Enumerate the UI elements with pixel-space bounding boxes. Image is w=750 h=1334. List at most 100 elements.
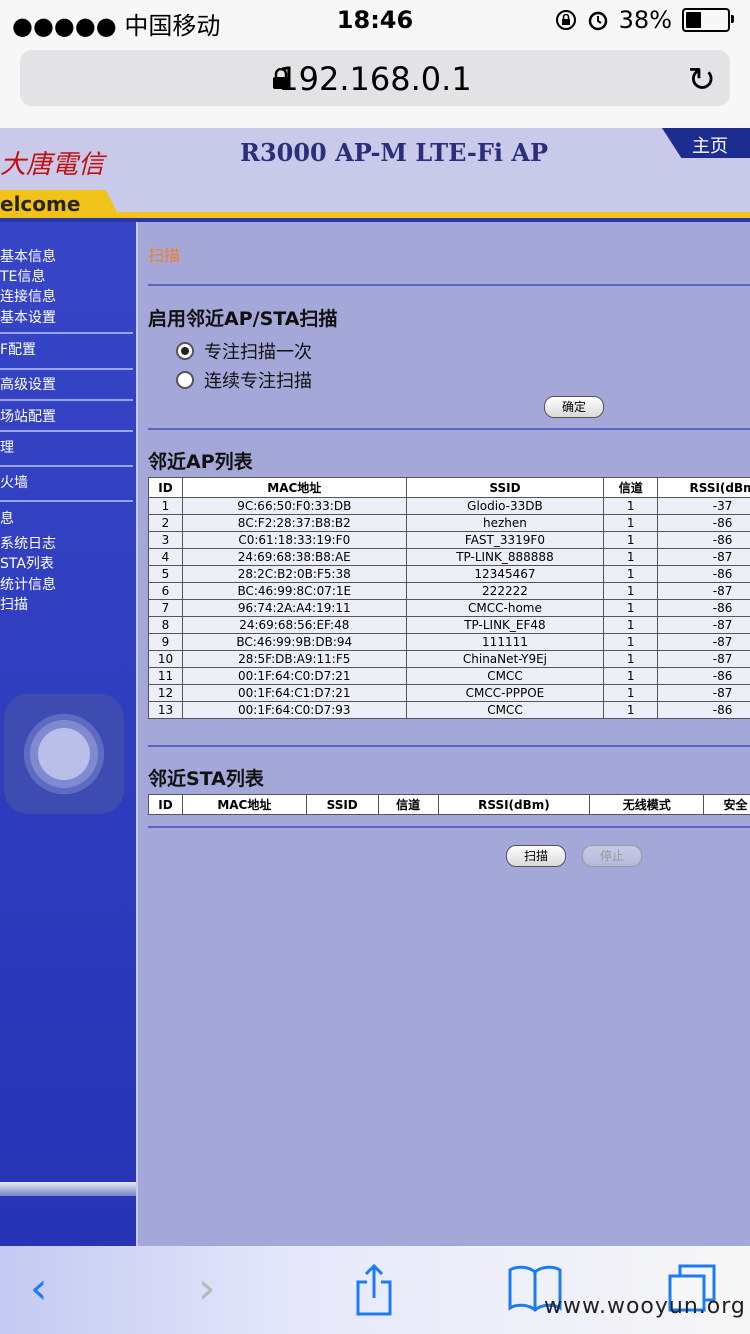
sidebar-item-wifi-config[interactable]: F配置 <box>0 339 136 359</box>
cell-rssi: -86 <box>657 514 750 532</box>
cell-channel: 1 <box>603 684 659 702</box>
sidebar-item-advanced[interactable]: 高级设置 <box>0 374 136 394</box>
cell-mac: BC:46:99:9B:DB:94 <box>181 633 407 651</box>
sidebar-item-management[interactable]: 理 <box>0 437 136 457</box>
section-divider <box>148 284 750 286</box>
sidebar-separator <box>0 465 133 467</box>
cell-ssid: ChinaNet-Y9Ej <box>405 650 605 668</box>
forward-icon[interactable]: › <box>198 1264 216 1314</box>
cell-ssid: CMCC <box>405 667 605 685</box>
home-link[interactable]: 主页 <box>662 128 750 158</box>
cell-rssi: -86 <box>657 667 750 685</box>
cell-id: 2 <box>148 514 183 532</box>
table-row: 7 96:74:2A:A4:19:11 CMCC-home 1 -86 <box>148 599 750 617</box>
table-row: 3 C0:61:18:33:19:F0 FAST_3319F0 1 -86 <box>148 531 750 549</box>
table-row: 11 00:1F:64:C0:D7:21 CMCC 1 -86 <box>148 667 750 685</box>
product-title: R3000 AP-M LTE-Fi AP <box>240 138 548 167</box>
col-header-rssi: RSSI(dBm) <box>437 794 591 815</box>
cell-mac: BC:46:99:8C:07:1E <box>181 582 407 600</box>
sidebar-item-connection-info[interactable]: 连接信息 <box>0 286 136 306</box>
sidebar-item-sta-list[interactable]: STA列表 <box>0 553 136 573</box>
cell-rssi: -87 <box>657 582 750 600</box>
battery-percent: 38% <box>618 6 672 34</box>
table-row: 8 24:69:68:56:EF:48 TP-LINK_EF48 1 -87 <box>148 616 750 634</box>
col-header-ssid: SSID <box>305 794 379 815</box>
sidebar-item-site-config[interactable]: 场站配置 <box>0 406 136 426</box>
ap-table: ID MAC地址 SSID 信道 RSSI(dBm 1 9C:66:50:F0:3… <box>148 477 750 719</box>
stop-button[interactable]: 停止 <box>582 845 642 867</box>
cell-mac: 9C:66:50:F0:33:DB <box>181 497 407 515</box>
assistive-touch-button[interactable] <box>4 694 124 814</box>
sidebar-item-basic-settings[interactable]: 基本设置 <box>0 307 136 327</box>
radio-label: 连续专注扫描 <box>204 371 312 392</box>
cell-mac: 00:1F:64:C0:D7:21 <box>181 667 407 685</box>
cell-mac: 28:2C:B2:0B:F5:38 <box>181 565 407 583</box>
cell-mac: 96:74:2A:A4:19:11 <box>181 599 407 617</box>
cell-channel: 1 <box>603 582 659 600</box>
cell-ssid: Glodio-33DB <box>405 497 605 515</box>
radio-scan-continuous[interactable]: 连续专注扫描 <box>176 367 312 393</box>
cell-channel: 1 <box>603 650 659 668</box>
col-header-channel: 信道 <box>377 794 439 815</box>
cell-mac: 8C:F2:28:37:B8:B2 <box>181 514 407 532</box>
table-row: 10 28:5F:DB:A9:11:F5 ChinaNet-Y9Ej 1 -87 <box>148 650 750 668</box>
section-divider <box>148 428 750 430</box>
main-content: 扫描 启用邻近AP/STA扫描 专注扫描一次 连续专注扫描 确定 邻近AP列表 … <box>138 222 750 1246</box>
cell-id: 3 <box>148 531 183 549</box>
share-icon[interactable] <box>354 1264 394 1318</box>
cell-rssi: -87 <box>657 548 750 566</box>
section-divider <box>148 826 750 828</box>
sidebar-item-system-log[interactable]: 系统日志 <box>0 533 136 553</box>
confirm-button[interactable]: 确定 <box>544 396 604 418</box>
col-header-mac: MAC地址 <box>181 794 307 815</box>
url-text[interactable]: 192.168.0.1 <box>20 60 730 98</box>
sidebar-separator <box>0 332 133 334</box>
cell-channel: 1 <box>603 548 659 566</box>
orientation-lock-icon <box>555 10 576 30</box>
cell-id: 7 <box>148 599 183 617</box>
ap-list-title: 邻近AP列表 <box>148 451 253 473</box>
radio-button[interactable] <box>176 371 194 389</box>
sidebar-separator <box>0 500 133 502</box>
cell-rssi: -86 <box>657 599 750 617</box>
sidebar-item-firewall[interactable]: 火墙 <box>0 472 136 492</box>
cell-channel: 1 <box>603 565 659 583</box>
radio-button-checked[interactable] <box>176 342 194 360</box>
cell-ssid: FAST_3319F0 <box>405 531 605 549</box>
sidebar-item-basic-info[interactable]: 基本信息 <box>0 246 136 266</box>
back-icon[interactable]: ‹ <box>30 1264 48 1314</box>
cell-mac: 24:69:68:56:EF:48 <box>181 616 407 634</box>
cell-channel: 1 <box>603 531 659 549</box>
cell-ssid: 222222 <box>405 582 605 600</box>
table-row: 4 24:69:68:38:B8:AE TP-LINK_888888 1 -87 <box>148 548 750 566</box>
radio-scan-once[interactable]: 专注扫描一次 <box>176 338 312 364</box>
sta-list-title: 邻近STA列表 <box>148 768 264 790</box>
status-right: 38% <box>555 6 734 34</box>
address-bar[interactable]: 192.168.0.1 ↻ <box>20 50 730 106</box>
cell-id: 10 <box>148 650 183 668</box>
cell-ssid: TP-LINK_888888 <box>405 548 605 566</box>
cell-rssi: -87 <box>657 616 750 634</box>
col-header-id: ID <box>148 477 183 498</box>
reload-icon[interactable]: ↻ <box>688 60 717 100</box>
col-header-mac: MAC地址 <box>181 477 407 498</box>
sidebar-item-lte-info[interactable]: TE信息 <box>0 266 136 286</box>
table-row: 2 8C:F2:28:37:B8:B2 hezhen 1 -86 <box>148 514 750 532</box>
cell-id: 6 <box>148 582 183 600</box>
browser-address-area: 192.168.0.1 ↻ <box>0 40 750 128</box>
sidebar-item-info[interactable]: 息 <box>0 508 136 528</box>
table-row: 13 00:1F:64:C0:D7:93 CMCC 1 -86 <box>148 701 750 719</box>
cell-rssi: -86 <box>657 565 750 583</box>
col-header-wireless-mode: 无线模式 <box>589 794 705 815</box>
cell-channel: 1 <box>603 701 659 719</box>
cell-ssid: hezhen <box>405 514 605 532</box>
table-row: 1 9C:66:50:F0:33:DB Glodio-33DB 1 -37 <box>148 497 750 515</box>
sidebar-item-statistics[interactable]: 统计信息 <box>0 574 136 594</box>
cell-id: 5 <box>148 565 183 583</box>
sidebar-item-scan[interactable]: 扫描 <box>0 594 136 614</box>
scan-button[interactable]: 扫描 <box>506 845 566 867</box>
cell-mac: 28:5F:DB:A9:11:F5 <box>181 650 407 668</box>
col-header-id: ID <box>148 794 183 815</box>
table-row: 6 BC:46:99:8C:07:1E 222222 1 -87 <box>148 582 750 600</box>
cell-id: 4 <box>148 548 183 566</box>
